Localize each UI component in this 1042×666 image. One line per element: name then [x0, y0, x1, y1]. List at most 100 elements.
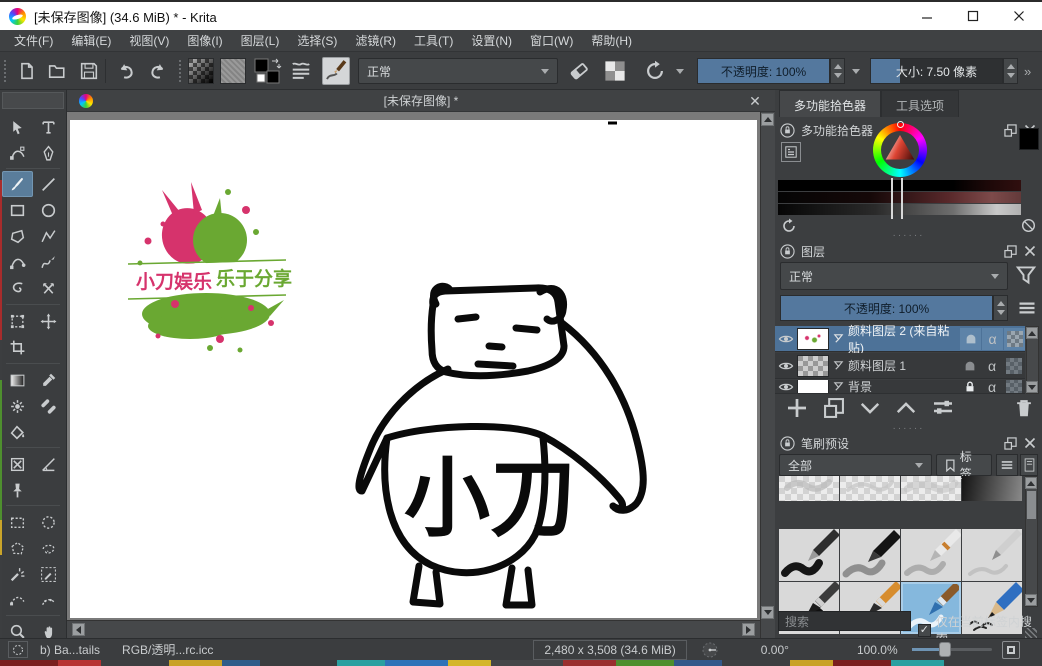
layer-checker-icon[interactable]	[1003, 328, 1025, 350]
preserve-alpha-button[interactable]	[604, 60, 626, 82]
tool-dynamic-brush[interactable]	[2, 275, 33, 301]
color-bar-handle[interactable]	[891, 178, 903, 219]
color-profile[interactable]: RGB/透明...rc.icc	[122, 641, 213, 658]
menu-layer[interactable]: 图层(L)	[233, 29, 288, 52]
brush-preset[interactable]	[779, 476, 839, 501]
tool-text[interactable]	[33, 114, 64, 140]
current-color-swatch[interactable]	[1019, 128, 1039, 150]
brush-preset[interactable]	[840, 529, 900, 581]
tool-color-sampler[interactable]	[33, 367, 64, 393]
maximize-button[interactable]	[950, 2, 996, 30]
gradient-swatch[interactable]	[188, 58, 214, 84]
tool-polyline[interactable]	[33, 223, 64, 249]
toolbox-drag-header[interactable]	[2, 92, 64, 109]
menu-edit[interactable]: 编辑(E)	[63, 29, 119, 52]
scroll-down-button[interactable]	[761, 606, 774, 619]
brush-preset[interactable]	[962, 476, 1022, 501]
tool-gradient[interactable]	[2, 367, 33, 393]
current-brush-name[interactable]: b) Ba...tails	[40, 643, 100, 657]
scroll-down-button[interactable]	[1026, 381, 1038, 393]
brush-presets-header[interactable]: 笔刷预设	[780, 434, 1037, 452]
brush-grid-scrollbar[interactable]	[1025, 476, 1038, 607]
tool-crop[interactable]	[2, 334, 33, 360]
refresh-colors-button[interactable]	[781, 218, 797, 234]
tool-rectangle[interactable]	[2, 197, 33, 223]
scroll-down-button[interactable]	[1025, 594, 1037, 606]
pattern-swatch[interactable]	[220, 58, 246, 84]
inherit-alpha-icon[interactable]	[959, 355, 981, 377]
document-titlebar[interactable]: [未保存图像] * ✕	[67, 90, 775, 112]
zoom-percent[interactable]: 100.0%	[857, 643, 898, 657]
reload-options-arrow[interactable]	[672, 60, 684, 82]
canvas-hscrollbar[interactable]	[67, 620, 760, 638]
tab-tool-options[interactable]: 工具选项	[881, 90, 959, 117]
tool-bezier-curve[interactable]	[2, 249, 33, 275]
visibility-eye-icon[interactable]	[775, 355, 797, 377]
spin-up-icon[interactable]	[1007, 64, 1015, 69]
close-button[interactable]	[996, 2, 1042, 30]
layer-expander-icon[interactable]	[833, 333, 844, 344]
menu-tools[interactable]: 工具(T)	[406, 29, 461, 52]
scroll-right-button[interactable]	[742, 623, 755, 636]
open-document-button[interactable]	[46, 60, 68, 82]
opacity-options-arrow[interactable]	[848, 60, 860, 82]
menu-settings[interactable]: 设置(N)	[463, 29, 520, 52]
close-docker-icon[interactable]	[1023, 244, 1037, 258]
canvas-vscrollbar[interactable]	[760, 112, 775, 638]
menu-view[interactable]: 视图(V)	[121, 29, 177, 52]
toolbar-grip[interactable]	[3, 58, 9, 84]
tag-button[interactable]: 标签	[936, 454, 992, 476]
tool-line[interactable]	[33, 171, 64, 197]
layer-checker-icon[interactable]	[1003, 380, 1025, 394]
close-docker-icon[interactable]	[1023, 436, 1037, 450]
visibility-eye-icon[interactable]	[775, 380, 797, 394]
brush-preset[interactable]	[901, 529, 961, 581]
tool-fill[interactable]	[2, 419, 33, 445]
tool-similar-color-select[interactable]	[33, 561, 64, 587]
zoom-fit-button[interactable]	[1002, 641, 1020, 659]
brush-search-input[interactable]: 搜索	[778, 611, 911, 631]
add-layer-button[interactable]	[785, 396, 809, 420]
tool-ellipse-select[interactable]	[33, 509, 64, 535]
color-selector-settings-button[interactable]	[781, 142, 801, 162]
brush-preset[interactable]	[840, 476, 900, 501]
docker-splitter[interactable]: ······	[775, 426, 1042, 432]
spin-up-icon[interactable]	[834, 64, 842, 69]
scrollbar-thumb[interactable]	[1027, 491, 1036, 519]
canvas-page[interactable]: 小刀娱乐 乐于分享	[70, 120, 757, 618]
duplicate-layer-button[interactable]	[823, 397, 845, 419]
scroll-up-button[interactable]	[761, 113, 774, 126]
spin-down-icon[interactable]	[834, 73, 842, 78]
brush-details-button[interactable]	[1020, 454, 1038, 476]
color-history-bars[interactable]	[778, 180, 1021, 216]
docker-lock-icon[interactable]	[780, 123, 795, 138]
zoom-slider[interactable]	[912, 648, 992, 651]
float-docker-icon[interactable]	[1003, 436, 1017, 450]
layers-header[interactable]: 图层	[780, 242, 1037, 260]
scroll-left-button[interactable]	[72, 623, 85, 636]
tab-advanced-color-selector[interactable]: 多功能拾色器	[779, 90, 881, 117]
brush-preset[interactable]	[962, 529, 1022, 581]
size-spinner[interactable]	[1003, 58, 1018, 84]
tool-calligraphy[interactable]	[33, 140, 64, 166]
save-button[interactable]	[78, 60, 100, 82]
toolbar-overflow-button[interactable]: »	[1024, 64, 1031, 79]
layer-lock-icon[interactable]	[959, 380, 981, 394]
menu-select[interactable]: 选择(S)	[289, 29, 345, 52]
layer-opacity-slider[interactable]: 不透明度: 100%	[780, 295, 993, 321]
brush-size-slider[interactable]: 大小: 7.50 像素	[870, 58, 1003, 84]
tool-colorize-mask[interactable]	[2, 393, 33, 419]
alpha-lock-icon[interactable]: α	[981, 380, 1003, 394]
hue-ring-handle[interactable]	[897, 121, 904, 128]
tool-polygon-select[interactable]	[2, 535, 33, 561]
docker-lock-icon[interactable]	[780, 436, 795, 451]
menu-help[interactable]: 帮助(H)	[583, 29, 640, 52]
minimize-button[interactable]	[904, 2, 950, 30]
tool-edit-shapes[interactable]	[2, 140, 33, 166]
layer-row[interactable]: 背景 α	[775, 380, 1025, 394]
tool-ellipse[interactable]	[33, 197, 64, 223]
tool-rect-select[interactable]	[2, 509, 33, 535]
spin-down-icon[interactable]	[1007, 73, 1015, 78]
choose-brush-preset-button[interactable]	[290, 60, 312, 82]
move-layer-down-button[interactable]	[859, 397, 881, 419]
